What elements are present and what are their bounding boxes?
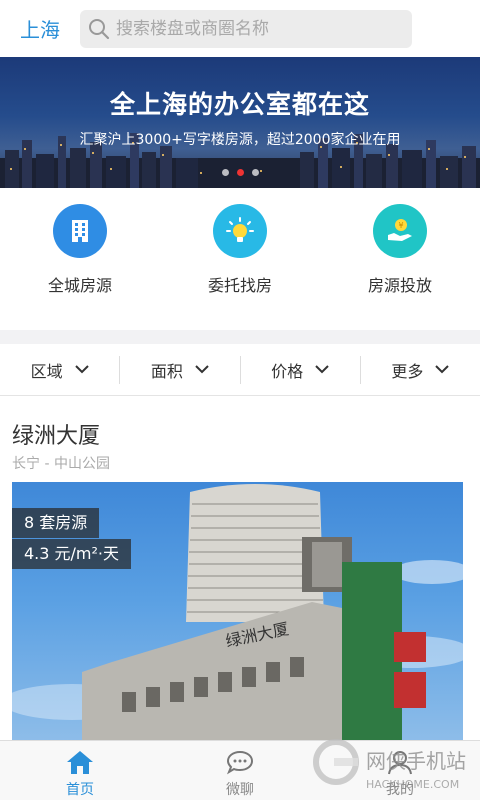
banner-title: 全上海的办公室都在这 bbox=[109, 90, 370, 119]
quick-entry-commission[interactable]: 委托找房 bbox=[160, 188, 320, 330]
filter-bar: 区域 面积 价格 更多 bbox=[0, 344, 480, 396]
city-selector[interactable]: 上海 bbox=[0, 14, 80, 43]
quick-entry-all-listings[interactable]: 全城房源 bbox=[0, 188, 160, 330]
chevron-down-icon bbox=[74, 365, 89, 374]
section-divider bbox=[0, 330, 480, 344]
filter-area[interactable]: 区域 bbox=[0, 356, 119, 384]
hand-coin-icon: ¥ bbox=[373, 204, 427, 258]
nav-label: 微聊 bbox=[226, 782, 254, 798]
banner-subtitle: 汇聚沪上3000+写字楼房源，超过2000家企业在用 bbox=[79, 132, 401, 148]
carousel-dot[interactable] bbox=[251, 169, 259, 176]
chevron-down-icon bbox=[315, 365, 329, 374]
user-icon bbox=[388, 751, 412, 775]
building-location: 长宁 - 中山公园 bbox=[12, 456, 110, 472]
home-icon bbox=[67, 751, 93, 774]
chevron-down-icon bbox=[195, 365, 209, 374]
header: 上海 bbox=[0, 0, 480, 57]
lightbulb-icon bbox=[213, 204, 267, 258]
nav-label: 我的 bbox=[386, 782, 414, 798]
nav-chat[interactable]: 微聊 bbox=[160, 741, 320, 800]
filter-label: 价格 bbox=[271, 361, 304, 381]
building-icon bbox=[53, 204, 107, 258]
filter-more[interactable]: 更多 bbox=[359, 355, 480, 384]
carousel-dot[interactable] bbox=[221, 169, 229, 176]
filter-price[interactable]: 价格 bbox=[239, 355, 360, 384]
filter-size[interactable]: 面积 bbox=[119, 355, 239, 384]
chat-icon bbox=[226, 750, 254, 775]
filter-label: 更多 bbox=[391, 361, 424, 381]
quick-entries: 全城房源 委托找房 ¥ 房源投放 bbox=[0, 188, 480, 330]
nav-profile[interactable]: 我的 bbox=[320, 741, 480, 800]
search-bar[interactable] bbox=[80, 9, 412, 48]
bottom-nav: 首页 微聊 我的 bbox=[0, 740, 480, 800]
price-tag: 4.3 元/m²·天 bbox=[12, 539, 132, 569]
carousel-indicator bbox=[0, 169, 480, 176]
carousel-dot-active[interactable] bbox=[236, 169, 244, 176]
filter-label: 面积 bbox=[150, 361, 183, 381]
quick-entry-post-listing[interactable]: ¥ 房源投放 bbox=[320, 188, 480, 330]
nav-home[interactable]: 首页 bbox=[0, 741, 160, 800]
quick-entry-label: 全城房源 bbox=[47, 276, 112, 295]
svg-text:¥: ¥ bbox=[398, 221, 403, 230]
promo-banner[interactable]: 全上海的办公室都在这 汇聚沪上3000+写字楼房源，超过2000家企业在用 bbox=[0, 57, 480, 188]
units-count-tag: 8 套房源 bbox=[12, 508, 100, 538]
building-photo[interactable]: 绿洲大厦 8 套房源 4.3 元/m²·天 bbox=[12, 482, 463, 742]
chevron-down-icon bbox=[435, 365, 450, 374]
filter-label: 区域 bbox=[30, 361, 63, 381]
nav-label: 首页 bbox=[66, 782, 94, 798]
quick-entry-label: 委托找房 bbox=[207, 276, 272, 295]
search-input[interactable] bbox=[116, 18, 396, 39]
building-name: 绿洲大厦 bbox=[12, 424, 101, 449]
search-icon bbox=[89, 18, 110, 39]
quick-entry-label: 房源投放 bbox=[367, 276, 432, 295]
